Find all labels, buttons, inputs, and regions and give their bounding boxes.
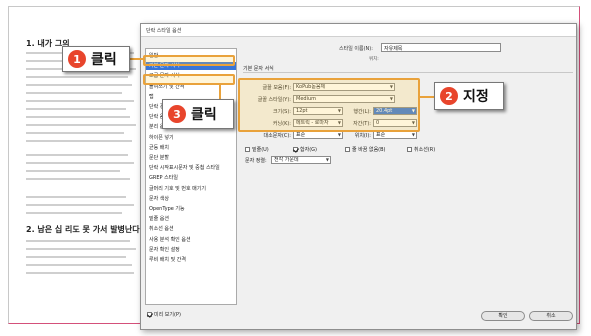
document-text-line bbox=[26, 264, 132, 266]
document-text-line bbox=[26, 240, 130, 242]
category-item[interactable]: 하이픈 넣기 bbox=[149, 134, 174, 142]
checkbox-icon[interactable] bbox=[345, 147, 350, 152]
checkbox-icon[interactable] bbox=[407, 147, 412, 152]
style-name-label: 스타일 이름(N): bbox=[339, 46, 373, 52]
underline-checkbox[interactable]: 밑줄(U) bbox=[245, 146, 269, 153]
nobreak-label: 줄 바꿈 없음(B) bbox=[352, 147, 386, 153]
chevron-down-icon: ▼ bbox=[411, 132, 415, 137]
document-text-line bbox=[26, 204, 134, 206]
paragraph-style-options-dialog: 단락 스타일 옵션 스타일 이름(N): 자유제목 위치: 일반 기본 문자 서식… bbox=[140, 23, 577, 330]
category-item[interactable]: 균등 배치 bbox=[149, 144, 169, 152]
document-text-line bbox=[26, 132, 124, 134]
category-item[interactable]: OpenType 기능 bbox=[149, 205, 185, 213]
nobreak-checkbox[interactable]: 줄 바꿈 없음(B) bbox=[345, 146, 386, 153]
preview-check-icon[interactable] bbox=[147, 312, 152, 317]
document-text-line bbox=[26, 108, 126, 110]
document-text-line bbox=[26, 124, 136, 126]
preview-checkbox[interactable]: 미리 보기(P) bbox=[147, 311, 181, 318]
callout-1: 1 클릭 bbox=[62, 46, 130, 72]
char-align-select[interactable]: 전각 가운데 ▼ bbox=[271, 156, 331, 164]
document-text-line bbox=[26, 248, 136, 250]
strike-label: 취소선(R) bbox=[414, 147, 436, 153]
highlight-indents-spacing bbox=[143, 74, 235, 85]
callout-connector-3 bbox=[219, 85, 221, 99]
ok-button[interactable]: 확인 bbox=[481, 311, 525, 321]
category-item[interactable]: 사용 분석 확인 옵션 bbox=[149, 236, 191, 244]
document-text-line bbox=[26, 256, 126, 258]
char-align-label: 문자 정렬: bbox=[245, 158, 267, 164]
category-item[interactable]: 글머리 기호 및 번호 매기기 bbox=[149, 185, 206, 193]
position-label: 위치(I): bbox=[354, 133, 371, 139]
document-text-line bbox=[26, 100, 134, 102]
document-text-line bbox=[26, 92, 122, 94]
preview-label: 미리 보기(P) bbox=[154, 312, 181, 318]
document-text-line bbox=[26, 170, 120, 172]
callout-number-badge: 3 bbox=[168, 105, 186, 123]
ligature-label: 합자(G) bbox=[300, 147, 317, 153]
position-value: 표준 bbox=[376, 132, 386, 138]
checkbox-icon[interactable] bbox=[245, 147, 250, 152]
screenshot: 1. 내가 그의 2. 남은 십 리도 못 가서 발병난다. 단락 스타일 옵션… bbox=[0, 0, 591, 336]
category-item[interactable]: 문단 분할 bbox=[149, 154, 169, 162]
document-text-line bbox=[26, 154, 128, 156]
document-text-line bbox=[26, 162, 134, 164]
section-divider bbox=[243, 72, 573, 73]
document-text-line bbox=[26, 76, 128, 78]
style-name-input[interactable]: 자유제목 bbox=[381, 43, 501, 52]
callout-number-badge: 1 bbox=[68, 50, 86, 68]
callout-connector-2 bbox=[418, 96, 434, 98]
location-label: 위치: bbox=[369, 57, 379, 62]
callout-connector-1 bbox=[130, 58, 144, 60]
document-text-line bbox=[26, 140, 132, 142]
section-title: 기본 문자 서식 bbox=[243, 66, 274, 72]
case-label: 대소문자(C): bbox=[263, 133, 291, 139]
chevron-down-icon: ▼ bbox=[337, 132, 341, 137]
document-text-line bbox=[26, 196, 126, 198]
document-heading-2: 2. 남은 십 리도 못 가서 발병난다. bbox=[26, 225, 143, 234]
dialog-title: 단락 스타일 옵션 bbox=[141, 24, 576, 37]
callout-2: 2 지정 bbox=[434, 82, 504, 110]
callout-text: 지정 bbox=[463, 89, 489, 105]
highlight-font-fields bbox=[238, 78, 420, 132]
document-text-line bbox=[26, 84, 132, 86]
callout-text: 클릭 bbox=[191, 107, 217, 123]
underline-label: 밑줄(U) bbox=[252, 147, 269, 153]
category-item[interactable]: 밑줄 옵션 bbox=[149, 215, 169, 223]
cancel-button[interactable]: 취소 bbox=[529, 311, 573, 321]
category-item[interactable]: 문자 확인 설정 bbox=[149, 246, 180, 254]
callout-3: 3 클릭 bbox=[162, 99, 234, 129]
document-text-line bbox=[26, 116, 130, 118]
callout-text: 클릭 bbox=[91, 52, 117, 68]
position-select[interactable]: 표준 ▼ bbox=[373, 131, 417, 139]
strike-checkbox[interactable]: 취소선(R) bbox=[407, 146, 435, 153]
category-item[interactable]: 루비 배치 및 간격 bbox=[149, 256, 186, 264]
highlight-basic-char-format bbox=[143, 55, 235, 66]
case-select[interactable]: 표준 ▼ bbox=[293, 131, 343, 139]
category-item[interactable]: 단락 시작표시문자 및 중첩 스타일 bbox=[149, 164, 220, 172]
document-text-line bbox=[26, 212, 122, 214]
category-item[interactable]: 취소선 옵션 bbox=[149, 225, 174, 233]
case-value: 표준 bbox=[296, 132, 306, 138]
category-item[interactable]: 문자 색상 bbox=[149, 195, 169, 203]
category-item[interactable]: 탭 bbox=[149, 93, 154, 101]
document-text-line bbox=[26, 272, 134, 274]
document-text-line bbox=[26, 178, 130, 180]
ligature-checkbox[interactable]: 합자(G) bbox=[293, 146, 317, 153]
callout-number-badge: 2 bbox=[440, 87, 458, 105]
char-align-value: 전각 가운데 bbox=[274, 157, 299, 163]
category-list[interactable]: 일반 기본 문자 서식 고급 문자 서식 들여쓰기 및 간격 탭 단락 경력 단락 음영 분리… bbox=[145, 48, 237, 305]
category-item[interactable]: GREP 스타일 bbox=[149, 174, 178, 182]
chevron-down-icon: ▼ bbox=[325, 157, 329, 162]
checkbox-checked-icon[interactable] bbox=[293, 147, 298, 152]
